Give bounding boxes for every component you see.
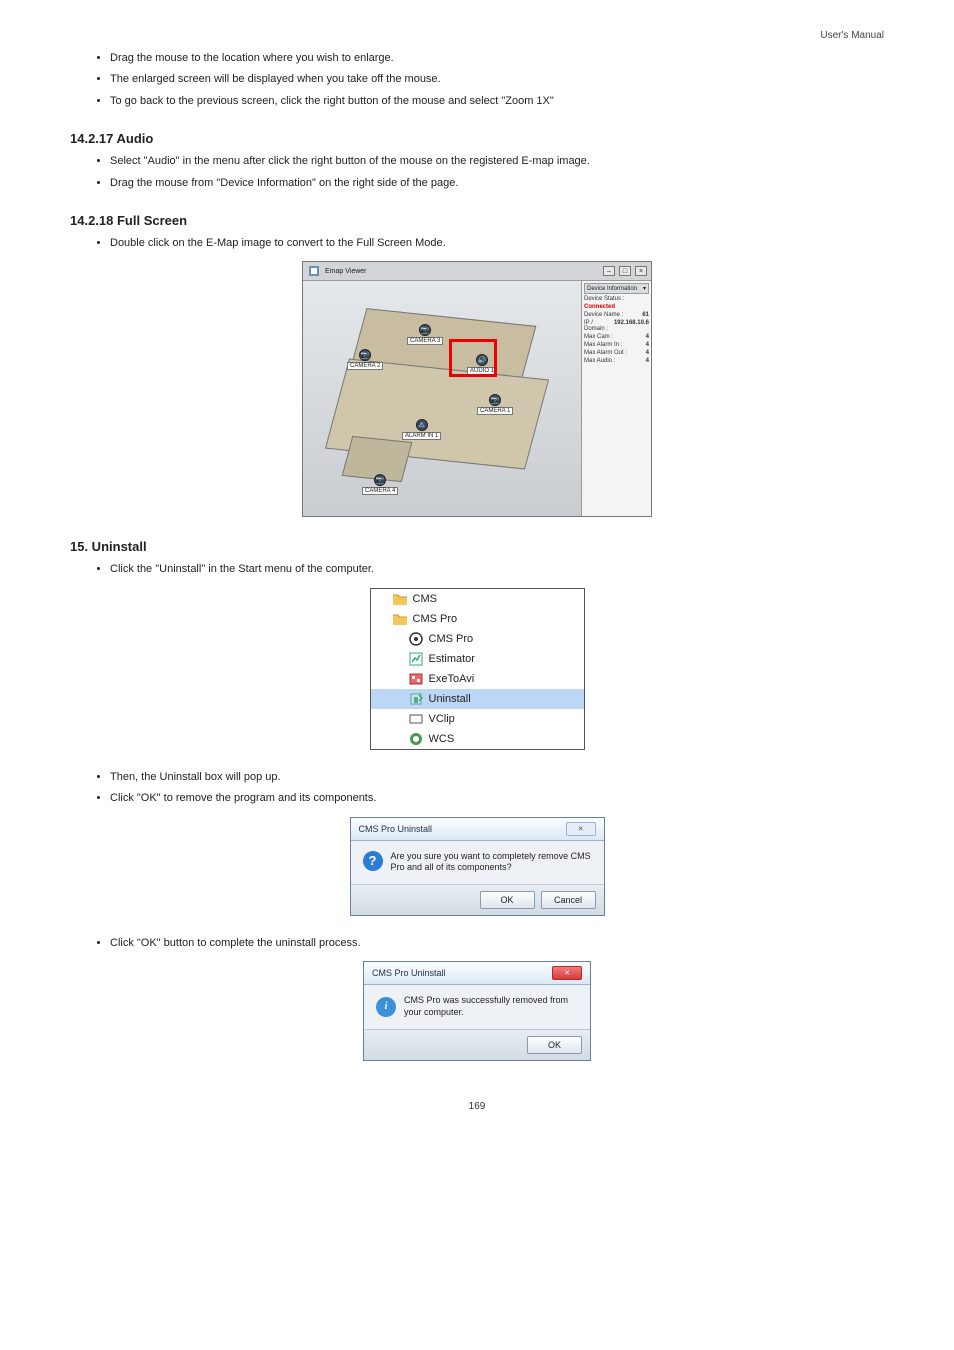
camera-icon: 📷 [489, 394, 501, 406]
close-button[interactable]: ✕ [566, 822, 596, 836]
page-header: User's Manual [70, 30, 884, 41]
ok-button[interactable]: OK [527, 1036, 582, 1054]
bullets-uninstall-3: Click "OK" button to complete the uninst… [110, 936, 884, 951]
status-value: Connected [584, 304, 615, 310]
menu-item-uninstall[interactable]: Uninstall [371, 689, 584, 709]
dialog-titlebar[interactable]: CMS Pro Uninstall ✕ [364, 962, 590, 985]
exetoavi-icon [409, 672, 423, 686]
camera-marker[interactable]: 📷 CAMERA 3 [407, 324, 443, 345]
info-icon: i [376, 997, 396, 1017]
folder-icon [393, 592, 407, 606]
emap-viewer-window: Emap Viewer – □ × 📷 CAMERA 2 📷 [302, 261, 652, 517]
bullet: Double click on the E-Map image to conve… [110, 236, 884, 251]
bullet: Drag the mouse from "Device Information"… [110, 176, 884, 191]
dialog-message: Are you sure you want to completely remo… [391, 851, 592, 874]
camera-marker[interactable]: 📷 CAMERA 1 [477, 394, 513, 415]
camera-icon: 📷 [374, 474, 386, 486]
alarm-marker[interactable]: ⚠ ALARM IN 1 [402, 419, 441, 440]
menu-item-exetoavi[interactable]: ExeToAvi [371, 669, 584, 689]
bullet: Click the "Uninstall" in the Start menu … [110, 562, 884, 577]
uninstall-icon [409, 692, 423, 706]
menu-folder-cmspro[interactable]: CMS Pro [371, 609, 584, 629]
bullet: Click "OK" button to complete the uninst… [110, 936, 884, 951]
header-text: User's Manual [820, 30, 884, 41]
close-button[interactable]: ✕ [552, 966, 582, 980]
maximize-button[interactable]: □ [619, 266, 631, 276]
uninstall-success-dialog: CMS Pro Uninstall ✕ i CMS Pro was succes… [363, 961, 591, 1060]
bullet: Select "Audio" in the menu after click t… [110, 154, 884, 169]
question-icon: ? [363, 851, 383, 871]
vclip-icon [409, 712, 423, 726]
bullet: Drag the mouse to the location where you… [110, 51, 884, 66]
bullets-fullscreen: Double click on the E-Map image to conve… [110, 236, 884, 251]
bullets-zoom: Drag the mouse to the location where you… [110, 51, 884, 109]
bullets-uninstall-1: Click the "Uninstall" in the Start menu … [110, 562, 884, 577]
bullet: The enlarged screen will be displayed wh… [110, 72, 884, 87]
page-number: 169 [70, 1101, 884, 1112]
highlight-box [449, 339, 497, 377]
bullet: Then, the Uninstall box will pop up. [110, 770, 884, 785]
section-fullscreen-title: 14.2.18 Full Screen [70, 213, 884, 228]
camera-marker[interactable]: 📷 CAMERA 2 [347, 349, 383, 370]
device-info-panel: Device Information ▾ Device Status : Con… [581, 281, 651, 516]
section-audio-title: 14.2.17 Audio [70, 131, 884, 146]
menu-item-cmspro[interactable]: CMS Pro [371, 629, 584, 649]
wcs-icon [409, 732, 423, 746]
cmspro-icon [409, 632, 423, 646]
ok-button[interactable]: OK [480, 891, 535, 909]
section-uninstall-title: 15. Uninstall [70, 539, 884, 554]
bullets-audio: Select "Audio" in the menu after click t… [110, 154, 884, 191]
bullets-uninstall-2: Then, the Uninstall box will pop up. Cli… [110, 770, 884, 807]
emap-titlebar[interactable]: Emap Viewer – □ × [303, 262, 651, 281]
close-button[interactable]: × [635, 266, 647, 276]
cancel-button[interactable]: Cancel [541, 891, 596, 909]
camera-icon: 📷 [419, 324, 431, 336]
emap-title-text: Emap Viewer [325, 268, 367, 275]
camera-marker[interactable]: 📷 CAMERA 4 [362, 474, 398, 495]
menu-item-wcs[interactable]: WCS [371, 729, 584, 749]
start-menu-programs: CMS CMS Pro CMS Pro Estimator ExeToAvi U… [370, 588, 585, 750]
dialog-titlebar[interactable]: CMS Pro Uninstall ✕ [351, 818, 604, 841]
bullet: To go back to the previous screen, click… [110, 94, 884, 109]
device-info-tab[interactable]: Device Information ▾ [584, 283, 649, 294]
menu-item-estimator[interactable]: Estimator [371, 649, 584, 669]
folder-icon [393, 612, 407, 626]
estimator-icon [409, 652, 423, 666]
bullet: Click "OK" to remove the program and its… [110, 791, 884, 806]
dialog-message: CMS Pro was successfully removed from yo… [404, 995, 578, 1018]
app-icon [307, 264, 321, 278]
menu-item-vclip[interactable]: VClip [371, 709, 584, 729]
camera-icon: 📷 [359, 349, 371, 361]
alarm-icon: ⚠ [416, 419, 428, 431]
menu-folder-cms[interactable]: CMS [371, 589, 584, 609]
uninstall-confirm-dialog: CMS Pro Uninstall ✕ ? Are you sure you w… [350, 817, 605, 916]
floorplan-canvas[interactable]: 📷 CAMERA 2 📷 CAMERA 3 🔊 AUDIO 1 📷 C [303, 281, 581, 516]
minimize-button[interactable]: – [603, 266, 615, 276]
pin-icon: ▾ [643, 285, 646, 292]
